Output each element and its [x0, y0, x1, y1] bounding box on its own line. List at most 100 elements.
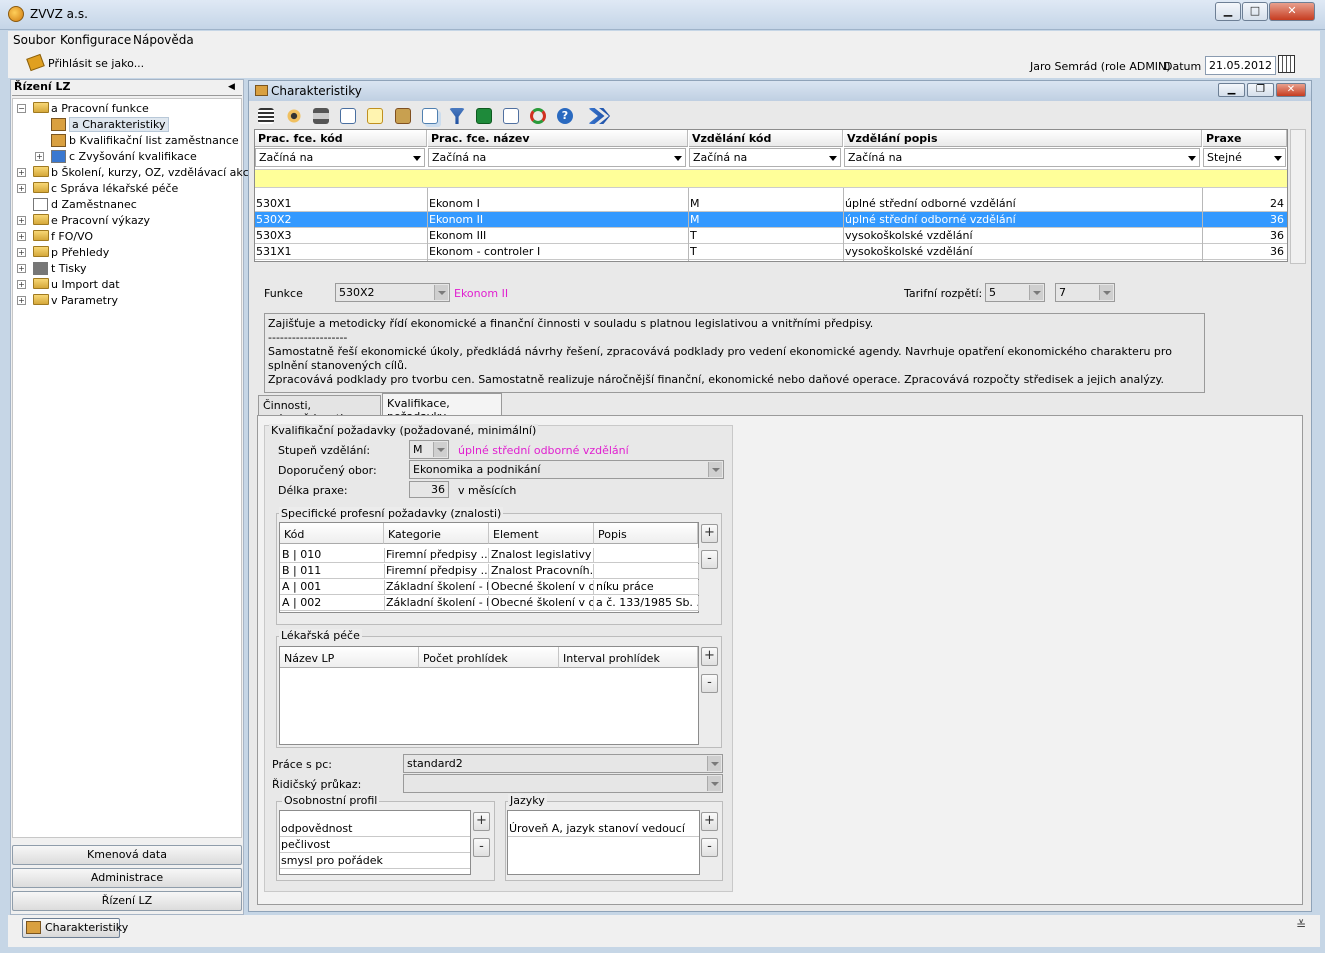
collapse-panel-icon[interactable]: ◀	[228, 82, 235, 92]
spec-col-kategorie[interactable]: Kategorie	[384, 523, 489, 544]
expand-icon[interactable]: +	[17, 264, 26, 273]
tree-item[interactable]: + f FO/VO	[12, 228, 242, 244]
tree-item[interactable]: + u Import dat	[12, 276, 242, 292]
menu-konfigurace[interactable]: Konfigurace	[60, 33, 131, 47]
expand-icon[interactable]: +	[35, 152, 44, 161]
inner-restore-button[interactable]: ❐	[1247, 83, 1274, 97]
expand-icon[interactable]: +	[17, 168, 26, 177]
expand-icon[interactable]: +	[17, 280, 26, 289]
spec-add-button[interactable]: +	[701, 524, 718, 543]
menu-soubor[interactable]: Soubor	[13, 33, 55, 47]
print-icon[interactable]	[313, 108, 329, 124]
praxe-input[interactable]: 36	[409, 481, 449, 498]
nav-rizeni-lz-button[interactable]: Řízení LZ	[12, 891, 242, 911]
tree-item[interactable]: + b Školení, kurzy, OZ, vzdělávací akce	[12, 164, 256, 180]
refresh-icon[interactable]	[530, 108, 546, 124]
col-header-vzdelani-popis[interactable]: Vzdělání popis	[844, 130, 1202, 147]
tarif-from-combo[interactable]: 5	[985, 283, 1045, 302]
minimize-button[interactable]: ▁	[1215, 2, 1241, 21]
filter-vzdelani-kod[interactable]: Začíná na	[689, 148, 841, 167]
grid-row[interactable]: 531X1 Ekonom - controler I Tvysokoškolské …	[255, 244, 1287, 260]
close-button[interactable]: ✕	[1269, 2, 1315, 21]
grid-row[interactable]: 530X3 Ekonom III Tvysokoškolské vzdělání 36	[255, 228, 1287, 244]
ridic-combo[interactable]	[403, 774, 723, 793]
inner-close-button[interactable]: ✕	[1276, 83, 1306, 97]
col-header-kod[interactable]: Prac. fce. kód	[255, 130, 427, 147]
tree-item[interactable]: + v Parametry	[12, 292, 242, 308]
tarif-to-combo[interactable]: 7	[1055, 283, 1115, 302]
list-view-icon[interactable]	[258, 108, 274, 124]
filter-input-row[interactable]	[255, 169, 1287, 188]
spec-row[interactable]: A | 001Základní školení - b...Obecné ško…	[280, 579, 699, 595]
inner-minimize-button[interactable]: ▁	[1218, 83, 1245, 97]
col-header-vzdelani-kod[interactable]: Vzdělání kód	[689, 130, 843, 147]
spec-col-element[interactable]: Element	[489, 523, 594, 544]
tree-item[interactable]: + e Pracovní výkazy	[12, 212, 242, 228]
filter-kod[interactable]: Začíná na	[255, 148, 425, 167]
chevron-down-icon[interactable]: ≚	[1296, 918, 1306, 932]
copy-icon[interactable]	[422, 108, 438, 124]
expand-icon[interactable]: +	[17, 232, 26, 241]
expand-icon[interactable]: +	[17, 296, 26, 305]
lek-col-nazev[interactable]: Název LP	[280, 647, 419, 668]
collapse-icon[interactable]: −	[17, 104, 26, 113]
spec-row[interactable]: B | 011 Firemní předpisy ... Znalost Praco…	[280, 563, 699, 579]
help-icon[interactable]: ?	[557, 108, 573, 124]
delete-icon[interactable]	[395, 108, 411, 124]
view-eye-icon[interactable]	[286, 108, 302, 124]
calendar-icon[interactable]	[1278, 55, 1295, 73]
expand-icon[interactable]: +	[17, 184, 26, 193]
funkce-combo[interactable]: 530X2	[335, 283, 450, 302]
description-text[interactable]: Zajišťuje a metodicky řídí ekonomické a …	[264, 313, 1205, 393]
jazyky-remove-button[interactable]: -	[701, 838, 718, 857]
expand-icon[interactable]: +	[17, 216, 26, 225]
menu-napoveda[interactable]: Nápověda	[133, 33, 194, 47]
osob-list-item[interactable]: smysl pro pořádek	[280, 853, 470, 869]
tree-item[interactable]: + c Zvyšování kvalifikace	[12, 148, 242, 164]
lek-col-interval[interactable]: Interval prohlídek	[559, 647, 698, 668]
nav-kmenova-data-button[interactable]: Kmenová data	[12, 845, 242, 865]
tree-item[interactable]: + c Správa lékařské péče	[12, 180, 242, 196]
spec-col-popis[interactable]: Popis	[594, 523, 698, 544]
osob-list-item[interactable]: pečlivost	[280, 837, 470, 853]
tab-cinnosti[interactable]: Činnosti, zodpovědnosti	[258, 395, 381, 425]
spec-row[interactable]: A | 002Základní školení - b...Obecné ško…	[280, 595, 699, 611]
expand-icon[interactable]: +	[17, 248, 26, 257]
maximize-button[interactable]: □	[1242, 2, 1268, 21]
tab-kvalifikace[interactable]: Kvalifikace, požadavky	[382, 393, 502, 423]
lek-col-pocet[interactable]: Počet prohlídek	[419, 647, 559, 668]
pc-combo[interactable]: standard2	[403, 754, 723, 773]
tree-item[interactable]: + p Přehledy	[12, 244, 242, 260]
col-header-praxe[interactable]: Praxe	[1203, 130, 1287, 147]
date-input[interactable]: 21.05.2012	[1205, 56, 1276, 75]
export-icon[interactable]	[503, 108, 519, 124]
lek-add-button[interactable]: +	[701, 647, 718, 666]
tree-item[interactable]: a Charakteristiky	[12, 116, 242, 132]
grid-row[interactable]: 530X2 Ekonom II Múplné střední odborné vzd…	[255, 212, 1287, 228]
spec-remove-button[interactable]: -	[701, 550, 718, 569]
osob-list-item[interactable]: odpovědnost	[280, 821, 470, 837]
edit-document-icon[interactable]	[367, 108, 383, 124]
osob-remove-button[interactable]: -	[473, 838, 490, 857]
stupen-combo[interactable]: M	[409, 440, 449, 459]
col-header-nazev[interactable]: Prac. fce. název	[428, 130, 688, 147]
obor-combo[interactable]: Ekonomika a podnikání	[409, 460, 724, 479]
grid-row[interactable]: 530X1 Ekonom I Múplné střední odborné vzdě…	[255, 196, 1287, 212]
osob-add-button[interactable]: +	[473, 812, 490, 831]
filter-praxe[interactable]: Stejné	[1203, 148, 1286, 167]
lek-remove-button[interactable]: -	[701, 674, 718, 693]
login-button[interactable]: Přihlásit se jako...	[48, 57, 144, 70]
tree-item[interactable]: b Kvalifikační list zaměstnance	[12, 132, 242, 148]
spec-row[interactable]: B | 010 Firemní předpisy ... Znalost legis…	[280, 547, 699, 563]
jazyky-list-item[interactable]: Úroveň A, jazyk stanoví vedoucí	[508, 821, 699, 837]
nav-administrace-button[interactable]: Administrace	[12, 868, 242, 888]
grid-scrollbar[interactable]	[1290, 129, 1306, 264]
new-document-icon[interactable]	[340, 108, 356, 124]
filter-vzdelani-popis[interactable]: Začíná na	[844, 148, 1200, 167]
tree-item[interactable]: d Zaměstnanec	[12, 196, 242, 212]
jazyky-add-button[interactable]: +	[701, 812, 718, 831]
spec-col-kod[interactable]: Kód	[280, 523, 384, 544]
excel-export-icon[interactable]	[476, 108, 492, 124]
tree-item[interactable]: − a Pracovní funkce	[12, 100, 242, 116]
filter-nazev[interactable]: Začíná na	[428, 148, 686, 167]
